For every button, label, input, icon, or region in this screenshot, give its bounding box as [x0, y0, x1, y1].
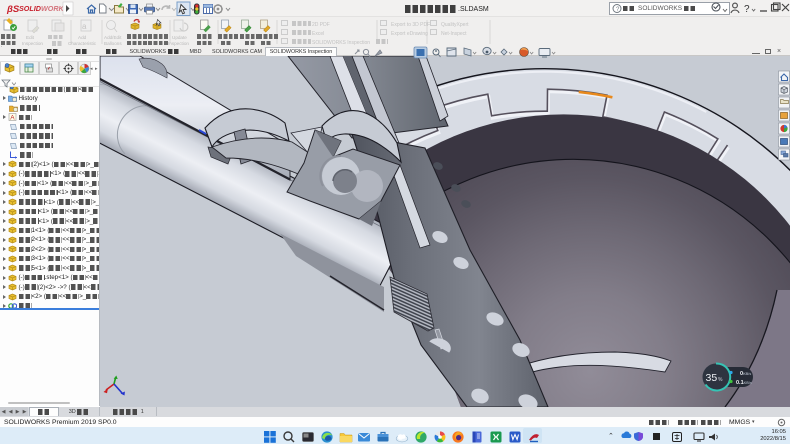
svg-text:a: a: [82, 22, 87, 31]
svg-text:βS: βS: [6, 4, 20, 15]
svg-text:?: ?: [744, 4, 750, 15]
svg-text:SOLIDWORKS: SOLIDWORKS: [19, 4, 69, 13]
svg-text:A: A: [10, 115, 15, 122]
svg-text:%: %: [718, 377, 723, 383]
svg-text:35: 35: [706, 372, 718, 384]
